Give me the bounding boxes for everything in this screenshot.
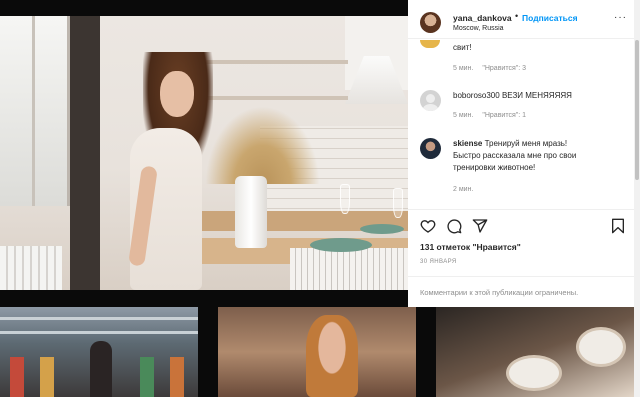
- comment-text: тренировки животное!: [453, 163, 536, 172]
- comment-meta: 2 мин.: [453, 186, 473, 193]
- comment-username[interactable]: skiense: [453, 139, 482, 148]
- window: [0, 16, 70, 206]
- more-options-icon[interactable]: ···: [614, 12, 627, 23]
- post-photo[interactable]: [0, 16, 408, 290]
- scrollbar-thumb[interactable]: [635, 40, 639, 180]
- comment-likes[interactable]: "Нравится": 3: [482, 65, 526, 72]
- radiator: [0, 246, 62, 290]
- dried-grass: [205, 106, 320, 184]
- separator-dot: •: [515, 11, 519, 21]
- avatar[interactable]: [420, 40, 440, 48]
- comment-text: ВЕЗИ МЕНЯЯЯЯЯ: [501, 91, 572, 100]
- comment-time[interactable]: 2 мин.: [453, 186, 473, 193]
- avatar[interactable]: [420, 12, 441, 33]
- comment-text: Тренируй меня мразь!: [484, 139, 568, 148]
- comments-list: свит! 5 мин. "Нравится": 3 boboroso300 ВЕ…: [408, 40, 634, 208]
- plate: [310, 238, 372, 252]
- curtain: [70, 16, 100, 290]
- wine-glass: [340, 184, 350, 214]
- comment-meta: 5 мин. "Нравится": 1: [453, 112, 526, 119]
- person: [90, 341, 112, 397]
- market-stall: [170, 357, 184, 397]
- username[interactable]: yana_dankova: [453, 13, 512, 23]
- person-portrait: [306, 315, 358, 397]
- plate: [360, 224, 404, 234]
- comment-username[interactable]: boboroso300: [453, 91, 500, 100]
- plate: [506, 355, 562, 391]
- shelf: [198, 60, 348, 64]
- ceiling-beam: [0, 317, 198, 320]
- comment-text: Быстро рассказала мне про свои: [453, 151, 577, 160]
- ceiling-beam: [0, 331, 198, 334]
- follow-button[interactable]: Подписаться: [522, 13, 578, 23]
- avatar[interactable]: [420, 90, 441, 111]
- avatar[interactable]: [420, 138, 441, 159]
- comment-text: свит!: [453, 43, 472, 52]
- post-panel: yana_dankova • Подписаться Moscow, Russi…: [408, 0, 634, 307]
- grid-post[interactable]: [218, 307, 416, 397]
- grid-post[interactable]: [436, 307, 634, 397]
- post-date[interactable]: 30 ЯНВАРЯ: [420, 259, 457, 265]
- comment-time[interactable]: 5 мин.: [453, 65, 473, 72]
- likes-count[interactable]: 131 отметок "Нравится": [420, 242, 521, 252]
- market-stall: [140, 357, 154, 397]
- plate: [576, 327, 626, 367]
- comment-likes[interactable]: "Нравится": 1: [482, 112, 526, 119]
- comment-icon[interactable]: [446, 218, 462, 234]
- share-icon[interactable]: [472, 218, 488, 234]
- market-stall: [40, 357, 54, 397]
- tablecloth: [290, 248, 408, 290]
- post-header: yana_dankova • Подписаться Moscow, Russi…: [408, 0, 634, 39]
- comment: boboroso300 ВЕЗИ МЕНЯЯЯЯЯ: [453, 90, 628, 102]
- comment-time[interactable]: 5 мин.: [453, 112, 473, 119]
- comments-disabled-note: Комментарии к этой публикации ограничены…: [408, 276, 634, 308]
- vase: [235, 176, 267, 248]
- bookmark-icon[interactable]: [610, 218, 626, 234]
- woman-face: [160, 71, 194, 117]
- comment: skiense Тренируй меня мразь! Быстро расс…: [453, 138, 628, 174]
- market-stall: [10, 357, 24, 397]
- grid-post[interactable]: [0, 307, 198, 397]
- scrollbar[interactable]: [634, 0, 640, 397]
- post-actions: 131 отметок "Нравится" 30 ЯНВАРЯ Коммент…: [408, 209, 634, 307]
- heart-icon[interactable]: [420, 218, 436, 234]
- comment-meta: 5 мин. "Нравится": 3: [453, 65, 526, 72]
- shelf: [198, 96, 348, 100]
- wine-glass: [393, 188, 403, 218]
- location[interactable]: Moscow, Russia: [453, 25, 504, 32]
